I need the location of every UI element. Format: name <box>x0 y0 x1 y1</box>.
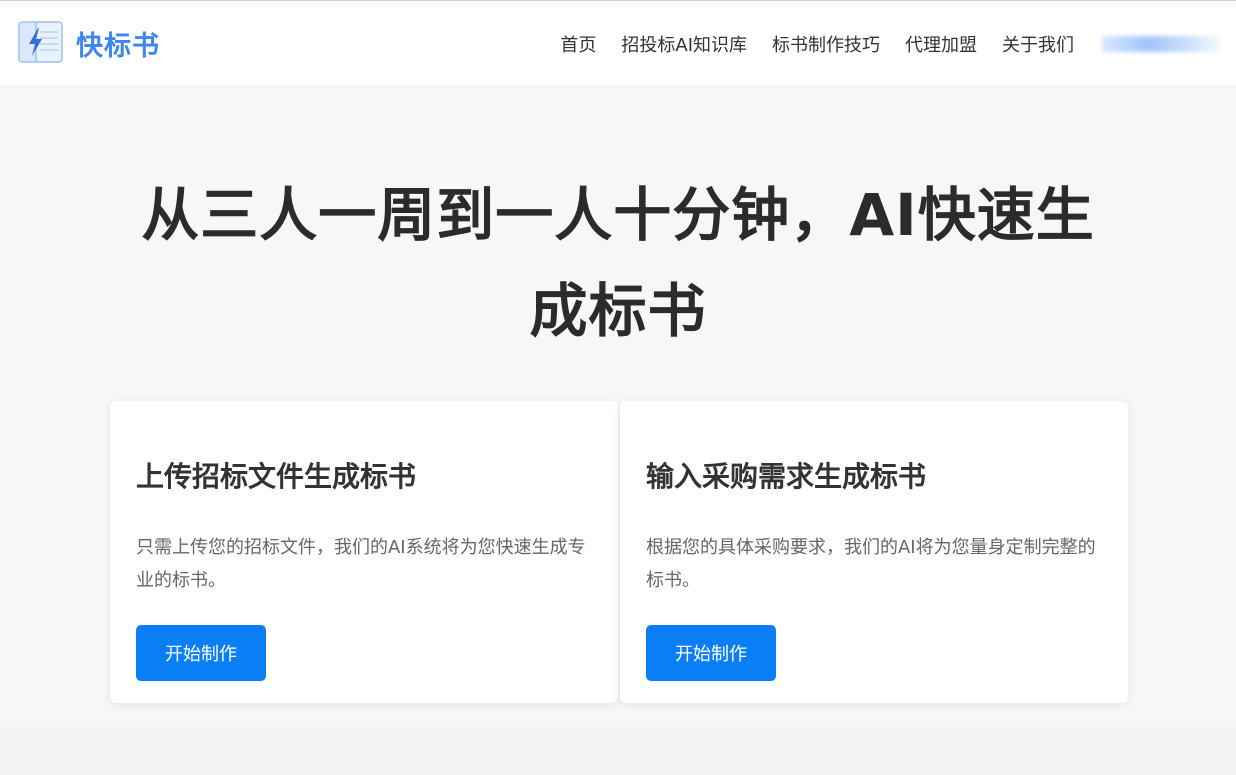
card-title: 输入采购需求生成标书 <box>646 460 927 493</box>
hero-title: 从三人一周到一人十分钟，AI快速生成标书 <box>141 181 1095 345</box>
next-section-band <box>0 727 1236 775</box>
nav-item-writing-tips[interactable]: 标书制作技巧 <box>772 31 880 57</box>
nav-item-about[interactable]: 关于我们 <box>1002 31 1074 57</box>
card-description: 根据您的具体采购要求，我们的AI将为您量身定制完整的标书。 <box>646 537 1096 591</box>
card-description: 只需上传您的招标文件，我们的AI系统将为您快速生成专业的标书。 <box>136 537 586 591</box>
card-upload-tender: 上传招标文件生成标书 只需上传您的招标文件，我们的AI系统将为您快速生成专业的标… <box>110 401 618 703</box>
top-navbar: 快标书 首页 招投标AI知识库 标书制作技巧 代理加盟 关于我们 <box>0 1 1236 85</box>
feature-cards: 上传招标文件生成标书 只需上传您的招标文件，我们的AI系统将为您快速生成专业的标… <box>110 401 1128 703</box>
nav-item-knowledge-base[interactable]: 招投标AI知识库 <box>621 31 747 57</box>
nav-item-agency[interactable]: 代理加盟 <box>905 31 977 57</box>
logo[interactable]: 快标书 <box>16 18 160 68</box>
nav-item-home[interactable]: 首页 <box>560 31 596 57</box>
hero-section: 从三人一周到一人十分钟，AI快速生成标书 <box>0 85 1236 359</box>
start-upload-button[interactable]: 开始制作 <box>136 625 266 681</box>
main-nav: 首页 招投标AI知识库 标书制作技巧 代理加盟 关于我们 <box>560 31 1220 57</box>
card-title: 上传招标文件生成标书 <box>136 460 417 493</box>
brand-name: 快标书 <box>76 30 160 62</box>
document-lightning-icon <box>18 21 63 63</box>
user-account-area[interactable] <box>1102 36 1220 52</box>
card-input-requirements: 输入采购需求生成标书 根据您的具体采购要求，我们的AI将为您量身定制完整的标书。… <box>620 401 1128 703</box>
start-requirements-button[interactable]: 开始制作 <box>646 625 776 681</box>
